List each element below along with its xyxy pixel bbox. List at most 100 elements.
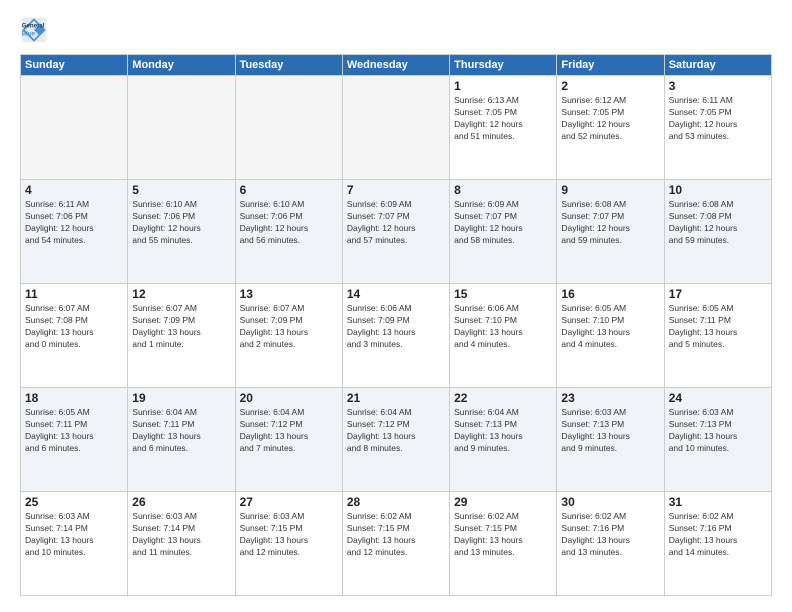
calendar-cell: 2 Sunrise: 6:12 AM Sunset: 7:05 PM Daylig… <box>557 76 664 180</box>
day-info: Sunrise: 6:09 AM Sunset: 7:07 PM Dayligh… <box>347 199 445 247</box>
day-number: 25 <box>25 495 123 509</box>
logo: General Blue <box>20 16 48 44</box>
day-number: 8 <box>454 183 552 197</box>
day-number: 16 <box>561 287 659 301</box>
day-info: Sunrise: 6:08 AM Sunset: 7:07 PM Dayligh… <box>561 199 659 247</box>
day-info: Sunrise: 6:02 AM Sunset: 7:15 PM Dayligh… <box>454 511 552 559</box>
header: General Blue <box>20 16 772 44</box>
week-row-5: 25 Sunrise: 6:03 AM Sunset: 7:14 PM Dayli… <box>21 492 772 596</box>
calendar-cell: 6 Sunrise: 6:10 AM Sunset: 7:06 PM Daylig… <box>235 180 342 284</box>
day-number: 1 <box>454 79 552 93</box>
svg-text:Blue: Blue <box>22 30 36 37</box>
day-info: Sunrise: 6:10 AM Sunset: 7:06 PM Dayligh… <box>240 199 338 247</box>
calendar-cell: 31 Sunrise: 6:02 AM Sunset: 7:16 PM Dayli… <box>664 492 771 596</box>
calendar-cell: 26 Sunrise: 6:03 AM Sunset: 7:14 PM Dayli… <box>128 492 235 596</box>
calendar-cell: 12Sunrise: 6:07 AM Sunset: 7:09 PM Dayli… <box>128 284 235 388</box>
day-number: 28 <box>347 495 445 509</box>
week-row-4: 18Sunrise: 6:05 AM Sunset: 7:11 PM Dayli… <box>21 388 772 492</box>
day-info: Sunrise: 6:04 AM Sunset: 7:12 PM Dayligh… <box>240 407 338 455</box>
day-number: 22 <box>454 391 552 405</box>
day-info: Sunrise: 6:13 AM Sunset: 7:05 PM Dayligh… <box>454 95 552 143</box>
day-info: Sunrise: 6:06 AM Sunset: 7:10 PM Dayligh… <box>454 303 552 351</box>
day-info: Sunrise: 6:02 AM Sunset: 7:15 PM Dayligh… <box>347 511 445 559</box>
day-info: Sunrise: 6:03 AM Sunset: 7:14 PM Dayligh… <box>25 511 123 559</box>
day-info: Sunrise: 6:08 AM Sunset: 7:08 PM Dayligh… <box>669 199 767 247</box>
logo-icon: General Blue <box>20 16 48 44</box>
day-info: Sunrise: 6:05 AM Sunset: 7:11 PM Dayligh… <box>669 303 767 351</box>
calendar-cell: 27 Sunrise: 6:03 AM Sunset: 7:15 PM Dayli… <box>235 492 342 596</box>
page: General Blue SundayMondayTuesdayWednesda… <box>0 0 792 612</box>
day-info: Sunrise: 6:02 AM Sunset: 7:16 PM Dayligh… <box>669 511 767 559</box>
day-info: Sunrise: 6:04 AM Sunset: 7:12 PM Dayligh… <box>347 407 445 455</box>
calendar-cell: 17 Sunrise: 6:05 AM Sunset: 7:11 PM Dayli… <box>664 284 771 388</box>
day-info: Sunrise: 6:02 AM Sunset: 7:16 PM Dayligh… <box>561 511 659 559</box>
day-number: 14 <box>347 287 445 301</box>
day-number: 31 <box>669 495 767 509</box>
day-info: Sunrise: 6:12 AM Sunset: 7:05 PM Dayligh… <box>561 95 659 143</box>
day-info: Sunrise: 6:07 AM Sunset: 7:09 PM Dayligh… <box>240 303 338 351</box>
weekday-header-tuesday: Tuesday <box>235 55 342 76</box>
week-row-2: 4 Sunrise: 6:11 AM Sunset: 7:06 PM Daylig… <box>21 180 772 284</box>
calendar-cell: 15Sunrise: 6:06 AM Sunset: 7:10 PM Dayli… <box>450 284 557 388</box>
day-number: 26 <box>132 495 230 509</box>
weekday-header-sunday: Sunday <box>21 55 128 76</box>
calendar-cell <box>342 76 449 180</box>
week-row-1: 1 Sunrise: 6:13 AM Sunset: 7:05 PM Daylig… <box>21 76 772 180</box>
weekday-header-row: SundayMondayTuesdayWednesdayThursdayFrid… <box>21 55 772 76</box>
weekday-header-monday: Monday <box>128 55 235 76</box>
day-number: 3 <box>669 79 767 93</box>
day-info: Sunrise: 6:03 AM Sunset: 7:13 PM Dayligh… <box>669 407 767 455</box>
weekday-header-wednesday: Wednesday <box>342 55 449 76</box>
day-number: 11 <box>25 287 123 301</box>
day-number: 17 <box>669 287 767 301</box>
day-number: 19 <box>132 391 230 405</box>
week-row-3: 11 Sunrise: 6:07 AM Sunset: 7:08 PM Dayli… <box>21 284 772 388</box>
calendar-cell: 19Sunrise: 6:04 AM Sunset: 7:11 PM Dayli… <box>128 388 235 492</box>
calendar-cell: 28 Sunrise: 6:02 AM Sunset: 7:15 PM Dayli… <box>342 492 449 596</box>
day-number: 29 <box>454 495 552 509</box>
calendar-cell: 13 Sunrise: 6:07 AM Sunset: 7:09 PM Dayli… <box>235 284 342 388</box>
calendar-cell: 8Sunrise: 6:09 AM Sunset: 7:07 PM Daylig… <box>450 180 557 284</box>
calendar-cell <box>128 76 235 180</box>
day-info: Sunrise: 6:11 AM Sunset: 7:06 PM Dayligh… <box>25 199 123 247</box>
day-info: Sunrise: 6:10 AM Sunset: 7:06 PM Dayligh… <box>132 199 230 247</box>
calendar-cell: 14 Sunrise: 6:06 AM Sunset: 7:09 PM Dayli… <box>342 284 449 388</box>
day-number: 27 <box>240 495 338 509</box>
calendar-cell: 10 Sunrise: 6:08 AM Sunset: 7:08 PM Dayli… <box>664 180 771 284</box>
calendar-cell: 18Sunrise: 6:05 AM Sunset: 7:11 PM Dayli… <box>21 388 128 492</box>
day-info: Sunrise: 6:11 AM Sunset: 7:05 PM Dayligh… <box>669 95 767 143</box>
calendar-cell: 30Sunrise: 6:02 AM Sunset: 7:16 PM Dayli… <box>557 492 664 596</box>
calendar-cell: 16Sunrise: 6:05 AM Sunset: 7:10 PM Dayli… <box>557 284 664 388</box>
day-info: Sunrise: 6:03 AM Sunset: 7:14 PM Dayligh… <box>132 511 230 559</box>
day-info: Sunrise: 6:03 AM Sunset: 7:15 PM Dayligh… <box>240 511 338 559</box>
calendar-cell: 22Sunrise: 6:04 AM Sunset: 7:13 PM Dayli… <box>450 388 557 492</box>
day-number: 5 <box>132 183 230 197</box>
day-info: Sunrise: 6:07 AM Sunset: 7:08 PM Dayligh… <box>25 303 123 351</box>
day-number: 20 <box>240 391 338 405</box>
weekday-header-friday: Friday <box>557 55 664 76</box>
day-number: 13 <box>240 287 338 301</box>
calendar-cell: 20 Sunrise: 6:04 AM Sunset: 7:12 PM Dayli… <box>235 388 342 492</box>
day-number: 6 <box>240 183 338 197</box>
calendar-cell: 1 Sunrise: 6:13 AM Sunset: 7:05 PM Daylig… <box>450 76 557 180</box>
day-number: 2 <box>561 79 659 93</box>
calendar-cell: 21 Sunrise: 6:04 AM Sunset: 7:12 PM Dayli… <box>342 388 449 492</box>
calendar-cell: 4 Sunrise: 6:11 AM Sunset: 7:06 PM Daylig… <box>21 180 128 284</box>
day-number: 23 <box>561 391 659 405</box>
day-number: 4 <box>25 183 123 197</box>
day-number: 24 <box>669 391 767 405</box>
calendar-cell: 11 Sunrise: 6:07 AM Sunset: 7:08 PM Dayli… <box>21 284 128 388</box>
day-number: 12 <box>132 287 230 301</box>
day-number: 21 <box>347 391 445 405</box>
day-info: Sunrise: 6:03 AM Sunset: 7:13 PM Dayligh… <box>561 407 659 455</box>
calendar-cell: 3 Sunrise: 6:11 AM Sunset: 7:05 PM Daylig… <box>664 76 771 180</box>
day-number: 10 <box>669 183 767 197</box>
calendar-cell: 29 Sunrise: 6:02 AM Sunset: 7:15 PM Dayli… <box>450 492 557 596</box>
day-info: Sunrise: 6:06 AM Sunset: 7:09 PM Dayligh… <box>347 303 445 351</box>
day-number: 7 <box>347 183 445 197</box>
day-number: 18 <box>25 391 123 405</box>
calendar-cell <box>235 76 342 180</box>
day-number: 9 <box>561 183 659 197</box>
calendar-cell: 23 Sunrise: 6:03 AM Sunset: 7:13 PM Dayli… <box>557 388 664 492</box>
calendar: SundayMondayTuesdayWednesdayThursdayFrid… <box>20 54 772 596</box>
